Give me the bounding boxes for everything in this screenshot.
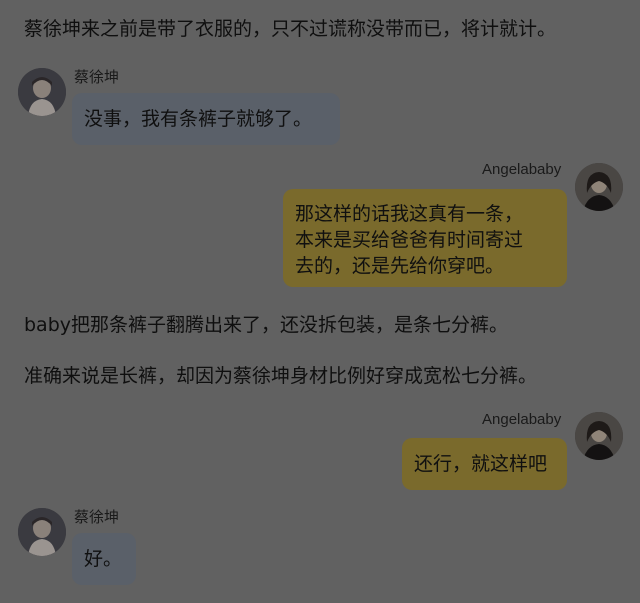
narration-text: 准确来说是长裤，却因为蔡徐坤身材比例好穿成宽松七分裤。 <box>24 365 538 387</box>
message-bubble[interactable]: 还行，就这样吧 <box>402 438 567 490</box>
narration-text: 蔡徐坤来之前是带了衣服的，只不过谎称没带而已，将计就计。 <box>24 18 557 40</box>
male-avatar-icon[interactable] <box>18 508 66 556</box>
narration-text: baby把那条裤子翻腾出来了，还没拆包装，是条七分裤。 <box>24 314 509 336</box>
message-bubble[interactable]: 没事，我有条裤子就够了。 <box>72 93 340 145</box>
sender-name: Angelababy <box>482 161 562 178</box>
message-bubble[interactable]: 好。 <box>72 533 136 585</box>
male-avatar-icon[interactable] <box>18 68 66 116</box>
female-avatar-icon[interactable] <box>575 412 623 460</box>
message-bubble[interactable]: 那这样的话我这真有一条， 本来是买给爸爸有时间寄过 去的，还是先给你穿吧。 <box>283 189 567 287</box>
sender-name: 蔡徐坤 <box>74 509 120 526</box>
sender-name: 蔡徐坤 <box>74 69 120 86</box>
female-avatar-icon[interactable] <box>575 163 623 211</box>
sender-name: Angelababy <box>482 411 562 428</box>
